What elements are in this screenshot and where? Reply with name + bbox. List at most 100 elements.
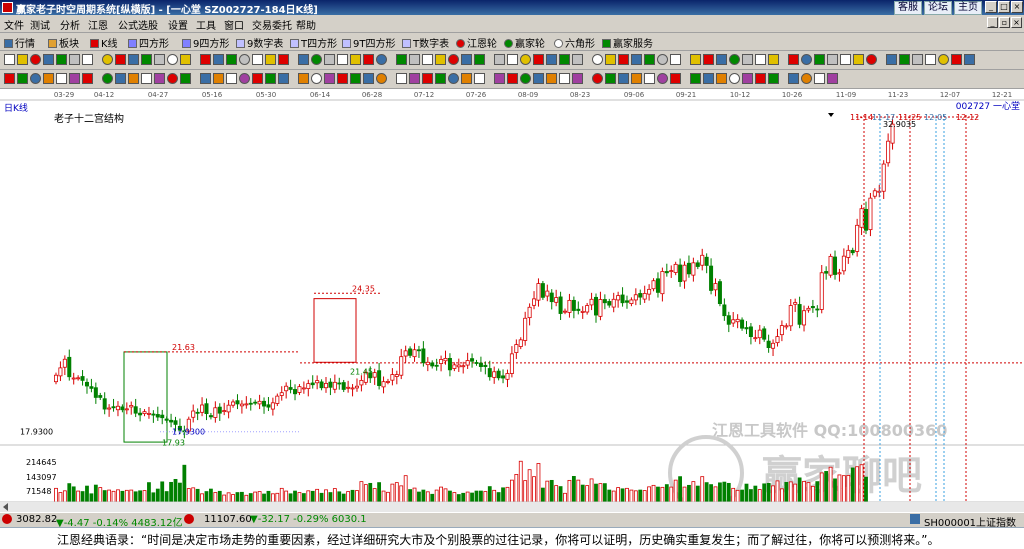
square9-button[interactable]: 9四方形 [182, 35, 229, 50]
analysis-tool-icon[interactable] [278, 73, 289, 84]
analysis-tool-icon[interactable] [631, 73, 642, 84]
analysis-tool-icon[interactable] [827, 73, 838, 84]
analysis-tool-icon[interactable] [742, 73, 753, 84]
drawing-tool-icon[interactable] [572, 54, 583, 65]
menu-test[interactable]: 测试 [30, 17, 50, 32]
drawing-tool-icon[interactable] [141, 54, 152, 65]
analysis-tool-icon[interactable] [69, 73, 80, 84]
analysis-tool-icon[interactable] [448, 73, 459, 84]
analysis-tool-icon[interactable] [213, 73, 224, 84]
winner-wheel-button[interactable]: 赢家轮 [504, 35, 545, 50]
analysis-tool-icon[interactable] [311, 73, 322, 84]
drawing-tool-icon[interactable] [814, 54, 825, 65]
analysis-tool-icon[interactable] [703, 73, 714, 84]
drawing-tool-icon[interactable] [729, 54, 740, 65]
analysis-tool-icon[interactable] [337, 73, 348, 84]
analysis-tool-icon[interactable] [396, 73, 407, 84]
drawing-tool-icon[interactable] [755, 54, 766, 65]
drawing-tool-icon[interactable] [690, 54, 701, 65]
analysis-tool-icon[interactable] [435, 73, 446, 84]
drawing-tool-icon[interactable] [435, 54, 446, 65]
analysis-tool-icon[interactable] [559, 73, 570, 84]
analysis-tool-icon[interactable] [324, 73, 335, 84]
analysis-tool-icon[interactable] [239, 73, 250, 84]
analysis-tool-icon[interactable] [768, 73, 779, 84]
sector-button[interactable]: 板块 [48, 35, 79, 50]
menu-help[interactable]: 帮助 [296, 17, 316, 32]
drawing-tool-icon[interactable] [853, 54, 864, 65]
analysis-tool-icon[interactable] [30, 73, 41, 84]
analysis-tool-icon[interactable] [56, 73, 67, 84]
analysis-tool-icon[interactable] [180, 73, 191, 84]
analysis-tool-icon[interactable] [474, 73, 485, 84]
drawing-tool-icon[interactable] [520, 54, 531, 65]
analysis-tool-icon[interactable] [572, 73, 583, 84]
drawing-tool-icon[interactable] [363, 54, 374, 65]
drawing-tool-icon[interactable] [559, 54, 570, 65]
analysis-tool-icon[interactable] [801, 73, 812, 84]
drawing-tool-icon[interactable] [115, 54, 126, 65]
analysis-tool-icon[interactable] [788, 73, 799, 84]
drawing-tool-icon[interactable] [409, 54, 420, 65]
drawing-tool-icon[interactable] [102, 54, 113, 65]
drawing-tool-icon[interactable] [311, 54, 322, 65]
drawing-tool-icon[interactable] [703, 54, 714, 65]
square-button[interactable]: 四方形 [128, 35, 169, 50]
drawing-tool-icon[interactable] [4, 54, 15, 65]
drawing-tool-icon[interactable] [657, 54, 668, 65]
drawing-tool-icon[interactable] [546, 54, 557, 65]
drawing-tool-icon[interactable] [925, 54, 936, 65]
analysis-tool-icon[interactable] [4, 73, 15, 84]
analysis-tool-icon[interactable] [376, 73, 387, 84]
drawing-tool-icon[interactable] [350, 54, 361, 65]
mdi-close-button[interactable]: × [1011, 17, 1022, 28]
analysis-tool-icon[interactable] [422, 73, 433, 84]
link-forum[interactable]: 论坛 [924, 1, 952, 15]
drawing-tool-icon[interactable] [324, 54, 335, 65]
drawing-tool-icon[interactable] [265, 54, 276, 65]
drawing-tool-icon[interactable] [768, 54, 779, 65]
tsquare9-button[interactable]: 9T四方形 [342, 35, 395, 50]
drawing-tool-icon[interactable] [200, 54, 211, 65]
menu-settings[interactable]: 设置 [168, 17, 188, 32]
kline-button[interactable]: K线 [90, 35, 118, 50]
analysis-tool-icon[interactable] [363, 73, 374, 84]
drawing-tool-icon[interactable] [43, 54, 54, 65]
analysis-tool-icon[interactable] [115, 73, 126, 84]
drawing-tool-icon[interactable] [644, 54, 655, 65]
service-button[interactable]: 赢家服务 [602, 35, 653, 50]
analysis-tool-icon[interactable] [507, 73, 518, 84]
close-button[interactable]: × [1011, 1, 1023, 13]
analysis-tool-icon[interactable] [690, 73, 701, 84]
drawing-tool-icon[interactable] [886, 54, 897, 65]
drawing-tool-icon[interactable] [278, 54, 289, 65]
analysis-tool-icon[interactable] [141, 73, 152, 84]
drawing-tool-icon[interactable] [670, 54, 681, 65]
tsquare-button[interactable]: T四方形 [290, 35, 337, 50]
analysis-tool-icon[interactable] [200, 73, 211, 84]
drawing-tool-icon[interactable] [461, 54, 472, 65]
drawing-tool-icon[interactable] [474, 54, 485, 65]
analysis-tool-icon[interactable] [265, 73, 276, 84]
drawing-tool-icon[interactable] [827, 54, 838, 65]
drawing-tool-icon[interactable] [716, 54, 727, 65]
number9-button[interactable]: 9数字表 [236, 35, 283, 50]
drawing-tool-icon[interactable] [376, 54, 387, 65]
analysis-tool-icon[interactable] [298, 73, 309, 84]
drawing-tool-icon[interactable] [912, 54, 923, 65]
analysis-tool-icon[interactable] [102, 73, 113, 84]
minimize-button[interactable]: _ [985, 1, 997, 13]
menu-gann[interactable]: 江恩 [88, 17, 108, 32]
drawing-tool-icon[interactable] [17, 54, 28, 65]
analysis-tool-icon[interactable] [409, 73, 420, 84]
drawing-tool-icon[interactable] [592, 54, 603, 65]
drawing-tool-icon[interactable] [30, 54, 41, 65]
menu-formula[interactable]: 公式选股 [118, 17, 158, 32]
analysis-tool-icon[interactable] [729, 73, 740, 84]
drawing-tool-icon[interactable] [69, 54, 80, 65]
mdi-minimize-button[interactable]: _ [987, 17, 998, 28]
drawing-tool-icon[interactable] [180, 54, 191, 65]
drawing-tool-icon[interactable] [507, 54, 518, 65]
link-service[interactable]: 客服 [894, 1, 922, 15]
drawing-tool-icon[interactable] [494, 54, 505, 65]
